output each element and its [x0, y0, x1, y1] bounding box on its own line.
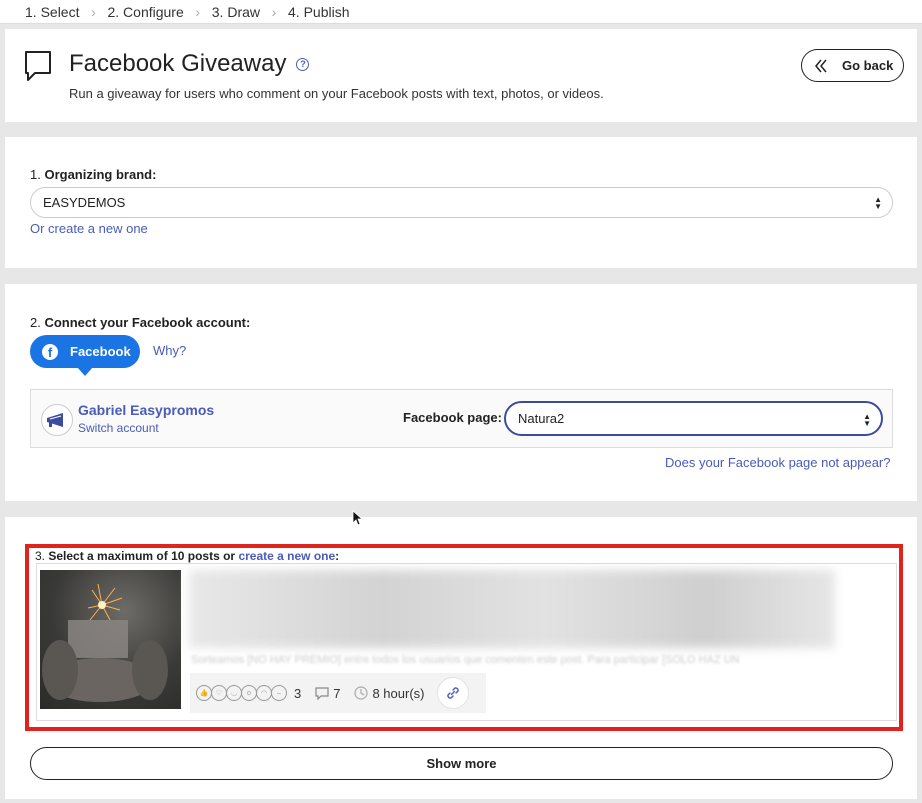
chevron-right-icon: › — [91, 3, 96, 20]
go-back-button[interactable]: Go back — [801, 49, 904, 82]
page-subtitle: Run a giveaway for users who comment on … — [69, 86, 604, 101]
facebook-icon: f — [42, 343, 58, 360]
comments-count: 7 — [315, 686, 340, 701]
page-title: Facebook Giveaway ? — [69, 50, 310, 78]
step-label: 3. Draw — [211, 3, 260, 20]
posts-label: 3. Select a maximum of 10 posts or creat… — [35, 549, 339, 563]
step-configure[interactable]: 2. Configure — [107, 4, 183, 20]
post-time: 8 hour(s) — [354, 685, 425, 701]
brand-select-value: EASYDEMOS — [43, 195, 126, 210]
go-back-label: Go back — [842, 58, 894, 73]
facebook-button-label: Facebook — [70, 344, 131, 359]
reactions-count-value: 3 — [294, 685, 302, 701]
step-label: 4. Publish — [288, 3, 350, 20]
chat-bubble-icon — [25, 51, 51, 81]
post-stats: 👍 ♡ ◡ o ◠ – 3 7 8 hour(s) — [190, 673, 486, 713]
reaction-angry-icon: – — [271, 685, 287, 701]
reaction-wow-icon: o — [241, 685, 257, 701]
facebook-page-select[interactable]: Natura2 ▲ ▼ — [504, 401, 883, 436]
reactions-count: 3 — [294, 686, 301, 701]
account-box: Gabriel Easypromos Switch account Facebo… — [30, 389, 893, 448]
post-time-value: 8 hour(s) — [372, 685, 425, 701]
account-name[interactable]: Gabriel Easypromos — [78, 402, 214, 418]
comments-count-value: 7 — [333, 685, 341, 701]
select-arrows-icon: ▲ ▼ — [874, 195, 882, 211]
brand-number: 1. — [30, 167, 41, 182]
brand-select[interactable]: EASYDEMOS ▲ ▼ — [30, 187, 893, 218]
chevron-right-icon: › — [271, 3, 277, 20]
switch-account-link[interactable]: Switch account — [78, 421, 159, 435]
connect-section: 2. Connect your Facebook account: f Face… — [5, 284, 917, 501]
help-icon[interactable]: ? — [296, 57, 310, 71]
reaction-sad-icon: ◠ — [256, 685, 272, 701]
facebook-button-pointer — [77, 367, 93, 376]
show-more-button[interactable]: Show more — [30, 747, 893, 780]
mouse-cursor-icon — [352, 510, 362, 526]
page-not-appear-link[interactable]: Does your Facebook page not appear? — [665, 455, 891, 470]
blurred-post-title — [189, 570, 835, 648]
posts-label-text: Select a maximum of 10 posts or — [48, 549, 236, 563]
megaphone-icon — [47, 413, 63, 427]
step-label: 1. Select — [25, 3, 80, 20]
step-label: 2. Configure — [107, 3, 184, 20]
double-chevron-left-icon — [815, 59, 827, 72]
reaction-love-icon: ♡ — [211, 685, 227, 701]
header-panel: Facebook Giveaway ? Run a giveaway for u… — [5, 29, 917, 122]
why-link[interactable]: Why? — [153, 343, 186, 358]
page-select-value: Natura2 — [518, 411, 565, 426]
page-title-text: Facebook Giveaway — [69, 50, 287, 77]
posts-label-suffix: : — [335, 549, 340, 563]
comment-icon — [315, 686, 329, 700]
connect-label: 2. Connect your Facebook account: — [30, 315, 250, 330]
posts-section: 3. Select a maximum of 10 posts or creat… — [5, 517, 917, 799]
brand-label: 1. Organizing brand: — [30, 167, 156, 182]
clock-icon — [354, 686, 369, 700]
step-select[interactable]: 1. Select — [25, 4, 79, 20]
create-post-link[interactable]: create a new one — [238, 549, 335, 563]
facebook-page-label: Facebook page: — [403, 410, 502, 425]
connect-number: 2. — [30, 315, 41, 330]
post-preview-text: Sorteamos [NO HAY PREMIO] entre todos lo… — [191, 654, 740, 666]
post-card[interactable]: Sorteamos [NO HAY PREMIO] entre todos lo… — [36, 563, 897, 721]
step-publish[interactable]: 4. Publish — [288, 4, 349, 20]
brand-label-text: Organizing brand: — [44, 167, 157, 182]
brand-section: 1. Organizing brand: EASYDEMOS ▲ ▼ Or cre… — [5, 137, 917, 268]
connect-label-text: Connect your Facebook account: — [44, 315, 251, 330]
reaction-like-icon: 👍 — [196, 685, 212, 701]
facebook-connect-button[interactable]: f Facebook — [30, 335, 140, 368]
post-link-button[interactable] — [436, 677, 469, 709]
post-thumbnail — [40, 570, 181, 709]
select-arrows-icon: ▲ ▼ — [863, 412, 871, 428]
wizard-steps: 1. Select › 2. Configure › 3. Draw › 4. … — [0, 0, 922, 24]
sparkler-image — [42, 583, 168, 702]
reaction-haha-icon: ◡ — [226, 685, 242, 701]
avatar — [41, 404, 73, 436]
link-icon — [446, 687, 459, 699]
create-brand-link[interactable]: Or create a new one — [30, 221, 148, 236]
posts-number: 3. — [35, 549, 46, 563]
step-draw[interactable]: 3. Draw — [212, 4, 260, 20]
chevron-right-icon: › — [195, 3, 201, 20]
posts-highlight-box: 3. Select a maximum of 10 posts or creat… — [25, 544, 903, 731]
